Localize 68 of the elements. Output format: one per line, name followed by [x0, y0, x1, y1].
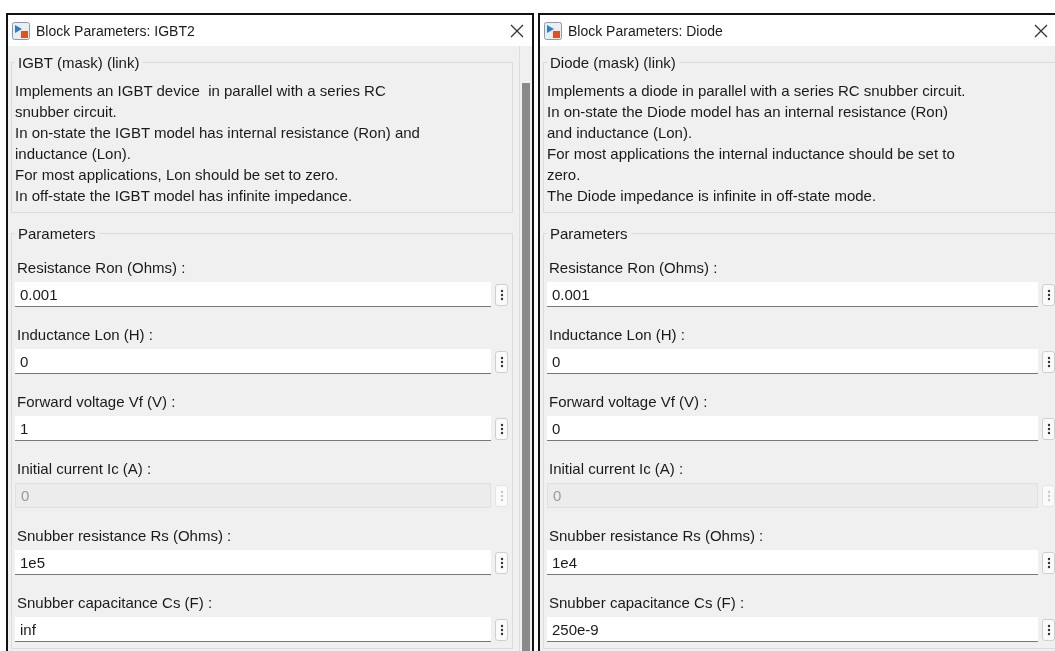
parameter-label: Forward voltage Vf (V) : — [17, 392, 177, 412]
parameter-label: Snubber resistance Rs (Ohms) : — [549, 526, 765, 546]
window-title: Block Parameters: IGBT2 — [36, 22, 196, 39]
more-options-button[interactable] — [1042, 417, 1055, 440]
more-options-button[interactable] — [1042, 618, 1055, 641]
vertical-dots-icon — [499, 489, 504, 502]
description-line: Implements a diode in parallel with a series RC snubber circuit. — [547, 81, 967, 101]
scroll-thumb[interactable] — [522, 83, 530, 651]
description-line: In off-state the IGBT model has infinite impedance. — [15, 186, 354, 206]
description-line: The Diode impedance is infinite in off-state mode. — [547, 186, 878, 206]
input-field[interactable]: 1 — [15, 416, 491, 441]
more-options-button[interactable] — [495, 551, 508, 574]
parameter-label: Resistance Ron (Ohms) : — [549, 258, 719, 278]
parameter-label: Snubber capacitance Cs (F) : — [17, 593, 214, 613]
vertical-dots-icon — [1046, 422, 1051, 435]
vertical-dots-icon — [499, 623, 504, 636]
description-line: inductance (Lon). — [15, 144, 132, 164]
description-line: snubber circuit. — [15, 102, 118, 122]
vertical-dots-icon — [1046, 623, 1051, 636]
description-line: zero. — [547, 165, 582, 185]
parameter-label: Inductance Lon (H) : — [549, 325, 686, 345]
input-field[interactable]: 250e-9 — [547, 617, 1038, 642]
parameter-label: Snubber resistance Rs (Ohms) : — [17, 526, 233, 546]
vertical-dots-icon — [1046, 556, 1051, 569]
more-options-button[interactable] — [495, 618, 508, 641]
vertical-dots-icon — [1046, 489, 1051, 502]
block-icon — [544, 21, 562, 40]
close-icon[interactable] — [1034, 23, 1048, 38]
more-options-button[interactable] — [1042, 551, 1055, 574]
description-line: In on-state the Diode model has an internal resistance (Ron) — [547, 102, 950, 122]
vertical-dots-icon — [499, 355, 504, 368]
description-line: For most applications, Lon should be set to zero. — [15, 165, 340, 185]
vertical-dots-icon — [499, 422, 504, 435]
input-field[interactable]: inf — [15, 617, 491, 642]
description-line: Implements an IGBT device in parallel with a series RC — [15, 81, 387, 101]
group-title: IGBT (mask) (link) — [17, 54, 141, 71]
description-line: For most applications the internal inductance should be set to — [547, 144, 956, 164]
more-options-button[interactable] — [1042, 283, 1055, 306]
input-field[interactable]: 0 — [15, 349, 491, 374]
close-icon[interactable] — [510, 23, 524, 38]
window-title: Block Parameters: Diode — [568, 22, 724, 39]
vertical-dots-icon — [499, 288, 504, 301]
input-field[interactable]: 0 — [547, 349, 1038, 374]
vertical-dots-icon — [499, 556, 504, 569]
parameter-label: Inductance Lon (H) : — [17, 325, 154, 345]
parameter-label: Initial current Ic (A) : — [17, 459, 153, 479]
parameter-label: Forward voltage Vf (V) : — [549, 392, 709, 412]
input-field[interactable]: 1e5 — [15, 550, 491, 575]
block-icon — [12, 21, 30, 40]
vertical-dots-icon — [1046, 288, 1051, 301]
group-title: Parameters — [549, 225, 629, 242]
description-line: In on-state the IGBT model has internal resistance (Ron) and — [15, 123, 421, 143]
more-options-button[interactable] — [495, 283, 508, 306]
more-options-button[interactable] — [495, 350, 508, 373]
parameter-label: Resistance Ron (Ohms) : — [17, 258, 187, 278]
group-title: Parameters — [17, 225, 97, 242]
scrollbar[interactable] — [519, 46, 532, 651]
group-title: Diode (mask) (link) — [549, 54, 677, 71]
parameter-label: Initial current Ic (A) : — [549, 459, 685, 479]
description-line: and inductance (Lon). — [547, 123, 694, 143]
input-field[interactable]: 0.001 — [15, 282, 491, 307]
input-field[interactable]: 0.001 — [547, 282, 1038, 307]
input-field[interactable]: 0 — [547, 416, 1038, 441]
parameter-label: Snubber capacitance Cs (F) : — [549, 593, 746, 613]
more-options-button[interactable] — [1042, 350, 1055, 373]
vertical-dots-icon — [1046, 355, 1051, 368]
more-options-button[interactable] — [495, 417, 508, 440]
input-field[interactable]: 1e4 — [547, 550, 1038, 575]
